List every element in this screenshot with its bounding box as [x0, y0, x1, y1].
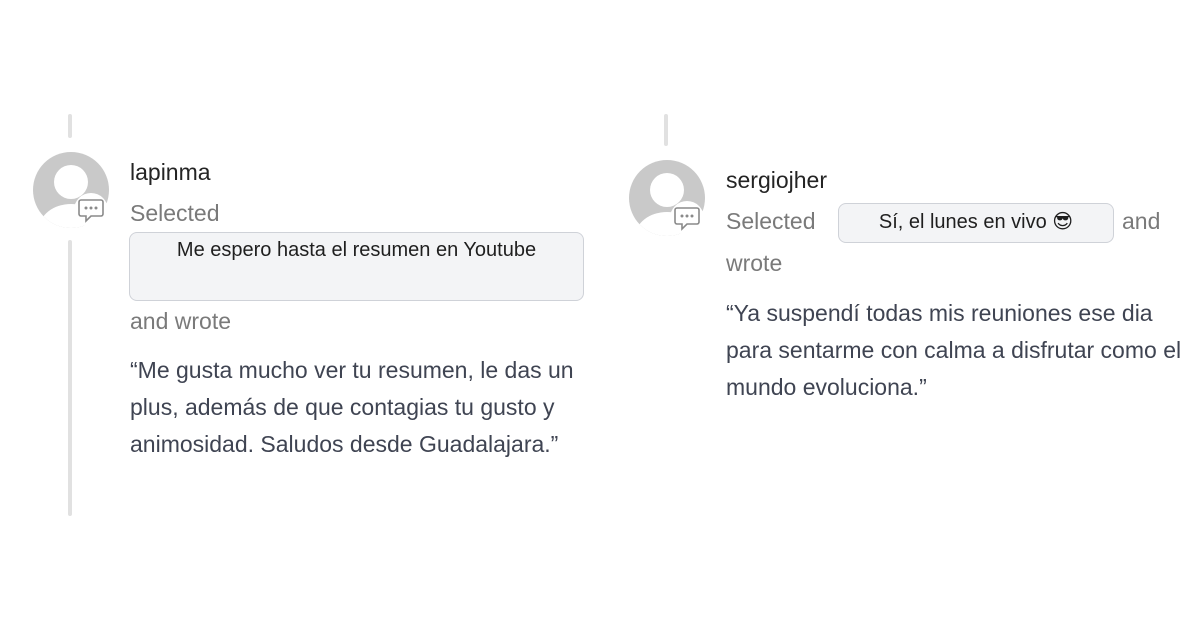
comment-bubble-icon	[670, 201, 704, 235]
thread-line-top	[664, 114, 668, 146]
and-label: and	[1122, 208, 1161, 234]
selected-label: Selected	[726, 208, 816, 234]
wrote-label: wrote	[726, 250, 783, 276]
comment-quote: “Ya suspendí todas mis reuniones ese dia…	[726, 300, 1182, 400]
username[interactable]: sergiojher	[726, 167, 827, 194]
page: lapinma Selected Me espero hasta el resu…	[0, 0, 1200, 630]
comment-card-sergiojher: sergiojher Selected Sí, el lunes en vivo…	[0, 0, 1200, 630]
selected-option-chip[interactable]: Sí, el lunes en vivo 😎	[838, 203, 1114, 243]
